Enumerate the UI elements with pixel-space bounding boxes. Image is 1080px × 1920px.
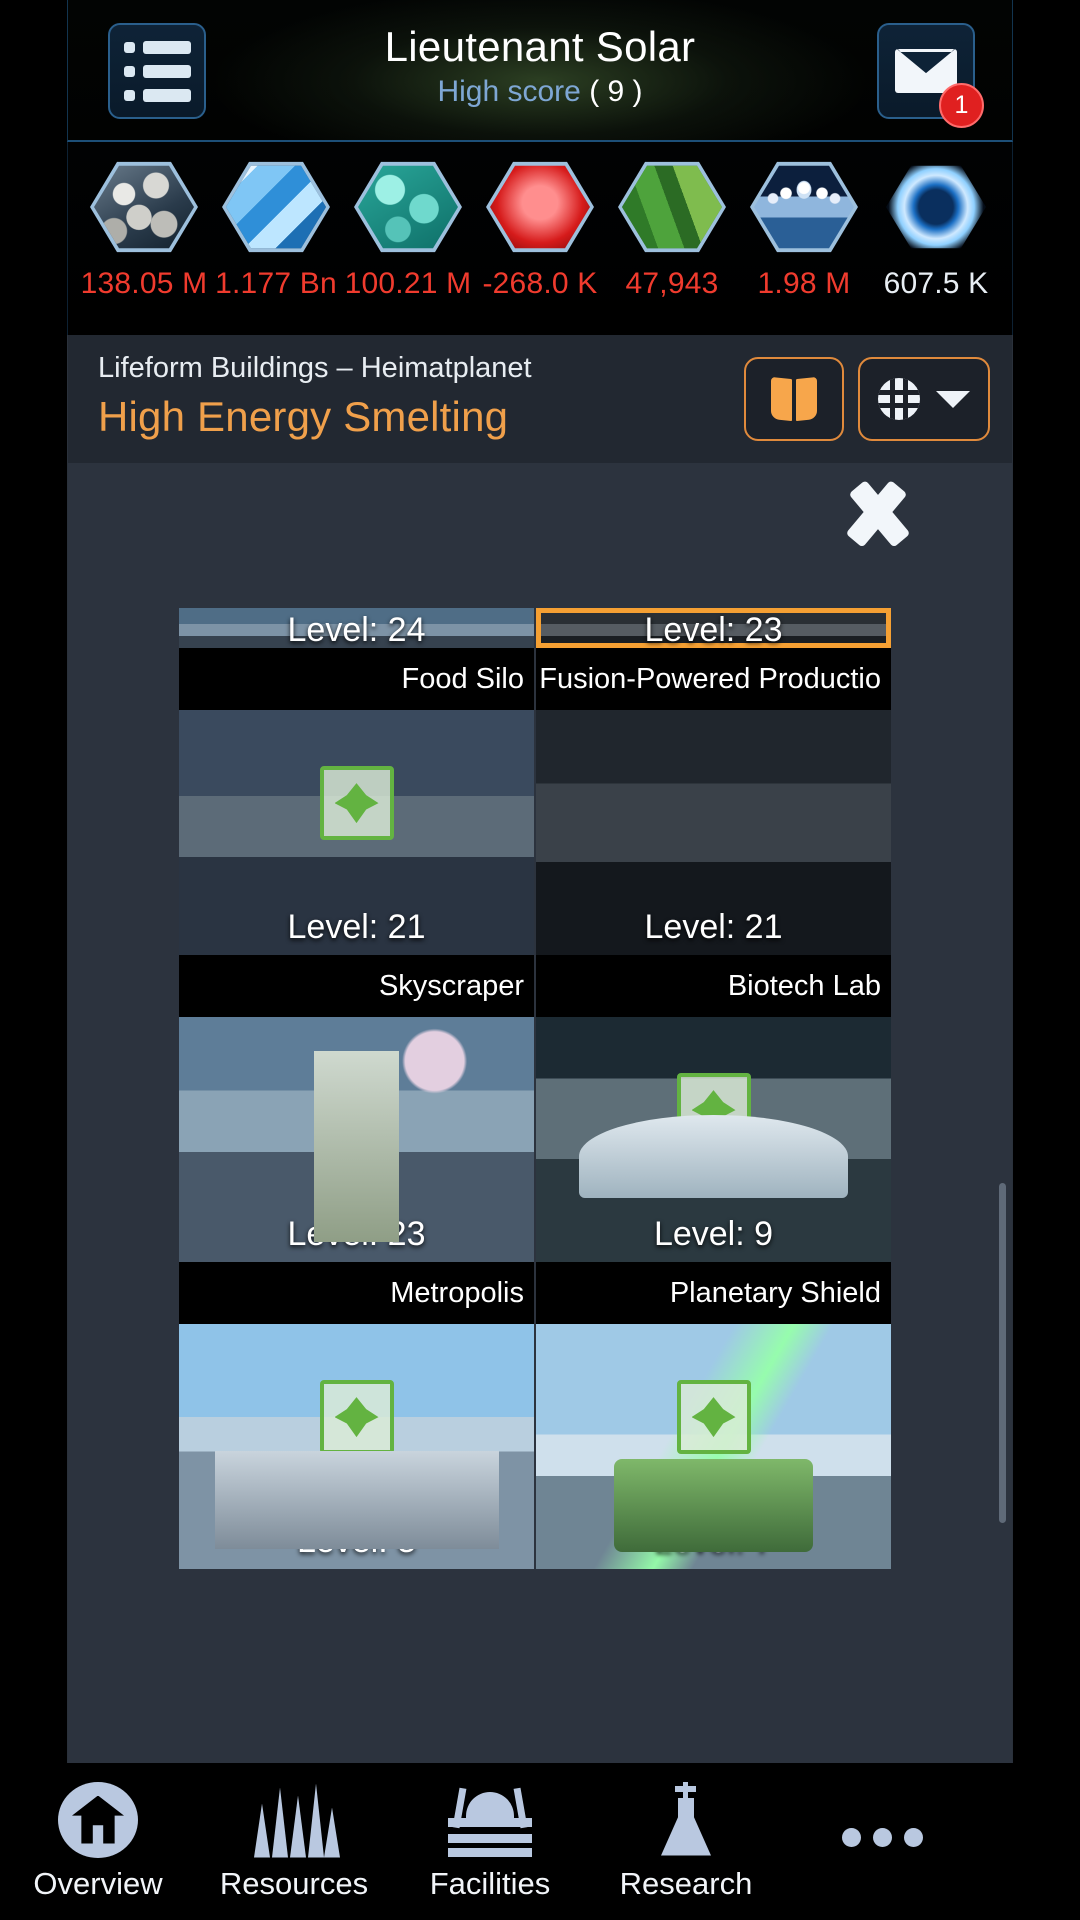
building-level: Level: 23 [287,1215,426,1253]
building-name: Skyscraper [179,955,534,1017]
food-hex-icon [618,160,726,254]
breadcrumb: Lifeform Buildings – Heimatplanet [98,352,532,384]
lifeform-emblem-icon [319,766,394,841]
building-thumb-selected[interactable]: Level: 23 [536,608,891,648]
crystal-hex-icon [222,160,330,254]
energy-hex-icon [486,160,594,254]
mail-unread-badge: 1 [939,83,984,128]
building-name: Fusion-Powered Productio [536,648,891,710]
bottom-navigation: Overview Resources Facilities Research [0,1763,1080,1920]
building-thumb[interactable]: Level: 7 [536,1324,891,1569]
building-name: Metropolis [179,1262,534,1324]
grid-cell[interactable]: Level: 9 Planetary Shield [536,1017,891,1324]
page-header: Lifeform Buildings – Heimatplanet High E… [67,335,1013,463]
more-dots-icon [834,1800,930,1876]
resource-deuterium[interactable]: 100.21 M [344,160,472,301]
nav-label: Overview [33,1865,163,1901]
grid-cell[interactable]: Level: 21 Skyscraper [179,710,534,1017]
nav-item-research[interactable]: Research [588,1781,784,1902]
high-score-value: ( 9 ) [589,75,643,109]
resource-metal-value: 138.05 M [80,267,208,300]
crystal-shards-icon [248,1783,340,1858]
grid-cell[interactable]: Level: 8 [179,1324,534,1569]
planet-select-button[interactable] [858,357,990,441]
resource-deuterium-value: 100.21 M [344,267,472,300]
resource-bar: 138.05 M 1.177 Bn 100.21 M -268.0 K 47,9 [67,142,1013,335]
shipyard-icon [442,1784,538,1858]
mail-button[interactable]: 1 [877,23,984,128]
page-header-actions [744,357,990,441]
high-score-line: High score ( 9 ) [68,75,1012,109]
nav-item-overview[interactable]: Overview [0,1781,196,1902]
flask-icon [647,1781,725,1858]
building-thumb[interactable]: Level: 21 [536,710,891,955]
resource-metal[interactable]: 138.05 M [80,160,208,301]
resource-food[interactable]: 47,943 [608,160,736,301]
building-name: Food Silo [179,648,534,710]
population-hex-icon [750,160,858,254]
resource-energy-value: -268.0 K [482,267,598,300]
building-level: Level: 9 [653,1215,774,1253]
app-root: Lieutenant Solar High score ( 9 ) 1 138.… [0,0,1080,1920]
top-header-bar: Lieutenant Solar High score ( 9 ) 1 [67,0,1013,142]
chevron-down-icon [936,390,970,408]
resource-crystal[interactable]: 1.177 Bn [212,160,340,301]
buildings-scroll-area[interactable]: Level: 24 Food Silo Level: 23 Fusion-Pow… [179,608,891,1763]
building-level: Level: 24 [287,611,426,648]
building-thumb[interactable]: Level: 24 [179,608,534,648]
building-level: Level: 21 [644,908,783,946]
player-title-block[interactable]: Lieutenant Solar High score ( 9 ) [68,23,1012,109]
grid-cell[interactable]: Level: 24 Food Silo [179,608,534,710]
resource-food-value: 47,943 [625,267,719,300]
info-book-button[interactable] [744,357,844,441]
lifeform-emblem-icon [319,1380,394,1455]
deuterium-hex-icon [354,160,462,254]
buildings-grid: Level: 24 Food Silo Level: 23 Fusion-Pow… [179,608,891,1569]
collapse-chevron-down-icon[interactable] [830,481,926,539]
nav-label: Research [619,1865,753,1901]
nav-label: Resources [219,1865,369,1901]
grid-cell[interactable]: Level: 23 Fusion-Powered Productio [536,608,891,710]
building-name: Planetary Shield [536,1262,891,1324]
resource-crystal-value: 1.177 Bn [215,267,337,300]
home-icon [58,1781,138,1858]
nav-item-more[interactable] [784,1800,980,1884]
building-level: Level: 23 [644,611,783,648]
globe-icon [878,378,920,420]
building-thumb[interactable]: Level: 9 [536,1017,891,1262]
resource-dark-matter[interactable]: 607.5 K [872,160,1000,301]
lifeform-emblem-icon [676,1073,751,1148]
resource-population-value: 1.98 M [757,267,851,300]
resource-energy[interactable]: -268.0 K [476,160,604,301]
building-thumb[interactable]: Level: 21 [179,710,534,955]
building-level: Level: 7 [653,1522,774,1560]
nav-label: Facilities [429,1865,551,1901]
player-name: Lieutenant Solar [384,23,696,70]
building-name: Biotech Lab [536,955,891,1017]
grid-cell[interactable]: Level: 23 Metropolis [179,1017,534,1324]
content-panel: Level: 24 Food Silo Level: 23 Fusion-Pow… [67,463,1013,1763]
grid-cell[interactable]: Level: 7 [536,1324,891,1569]
high-score-label: High score [437,75,581,109]
building-level: Level: 21 [287,908,426,946]
grid-cell[interactable]: Level: 21 Biotech Lab [536,710,891,1017]
open-book-icon [771,376,817,422]
vertical-scrollbar[interactable] [999,1183,1006,1523]
building-thumb[interactable]: Level: 23 [179,1017,534,1262]
nav-item-facilities[interactable]: Facilities [392,1782,588,1902]
dark-matter-hex-icon [882,160,990,254]
building-level: Level: 8 [296,1522,417,1560]
nav-item-resources[interactable]: Resources [196,1782,392,1902]
resource-dark-matter-value: 607.5 K [883,267,989,300]
page-title: High Energy Smelting [98,393,509,440]
building-thumb[interactable]: Level: 8 [179,1324,534,1569]
lifeform-emblem-icon [676,1380,751,1455]
metal-hex-icon [90,160,198,254]
resource-population[interactable]: 1.98 M [740,160,868,301]
